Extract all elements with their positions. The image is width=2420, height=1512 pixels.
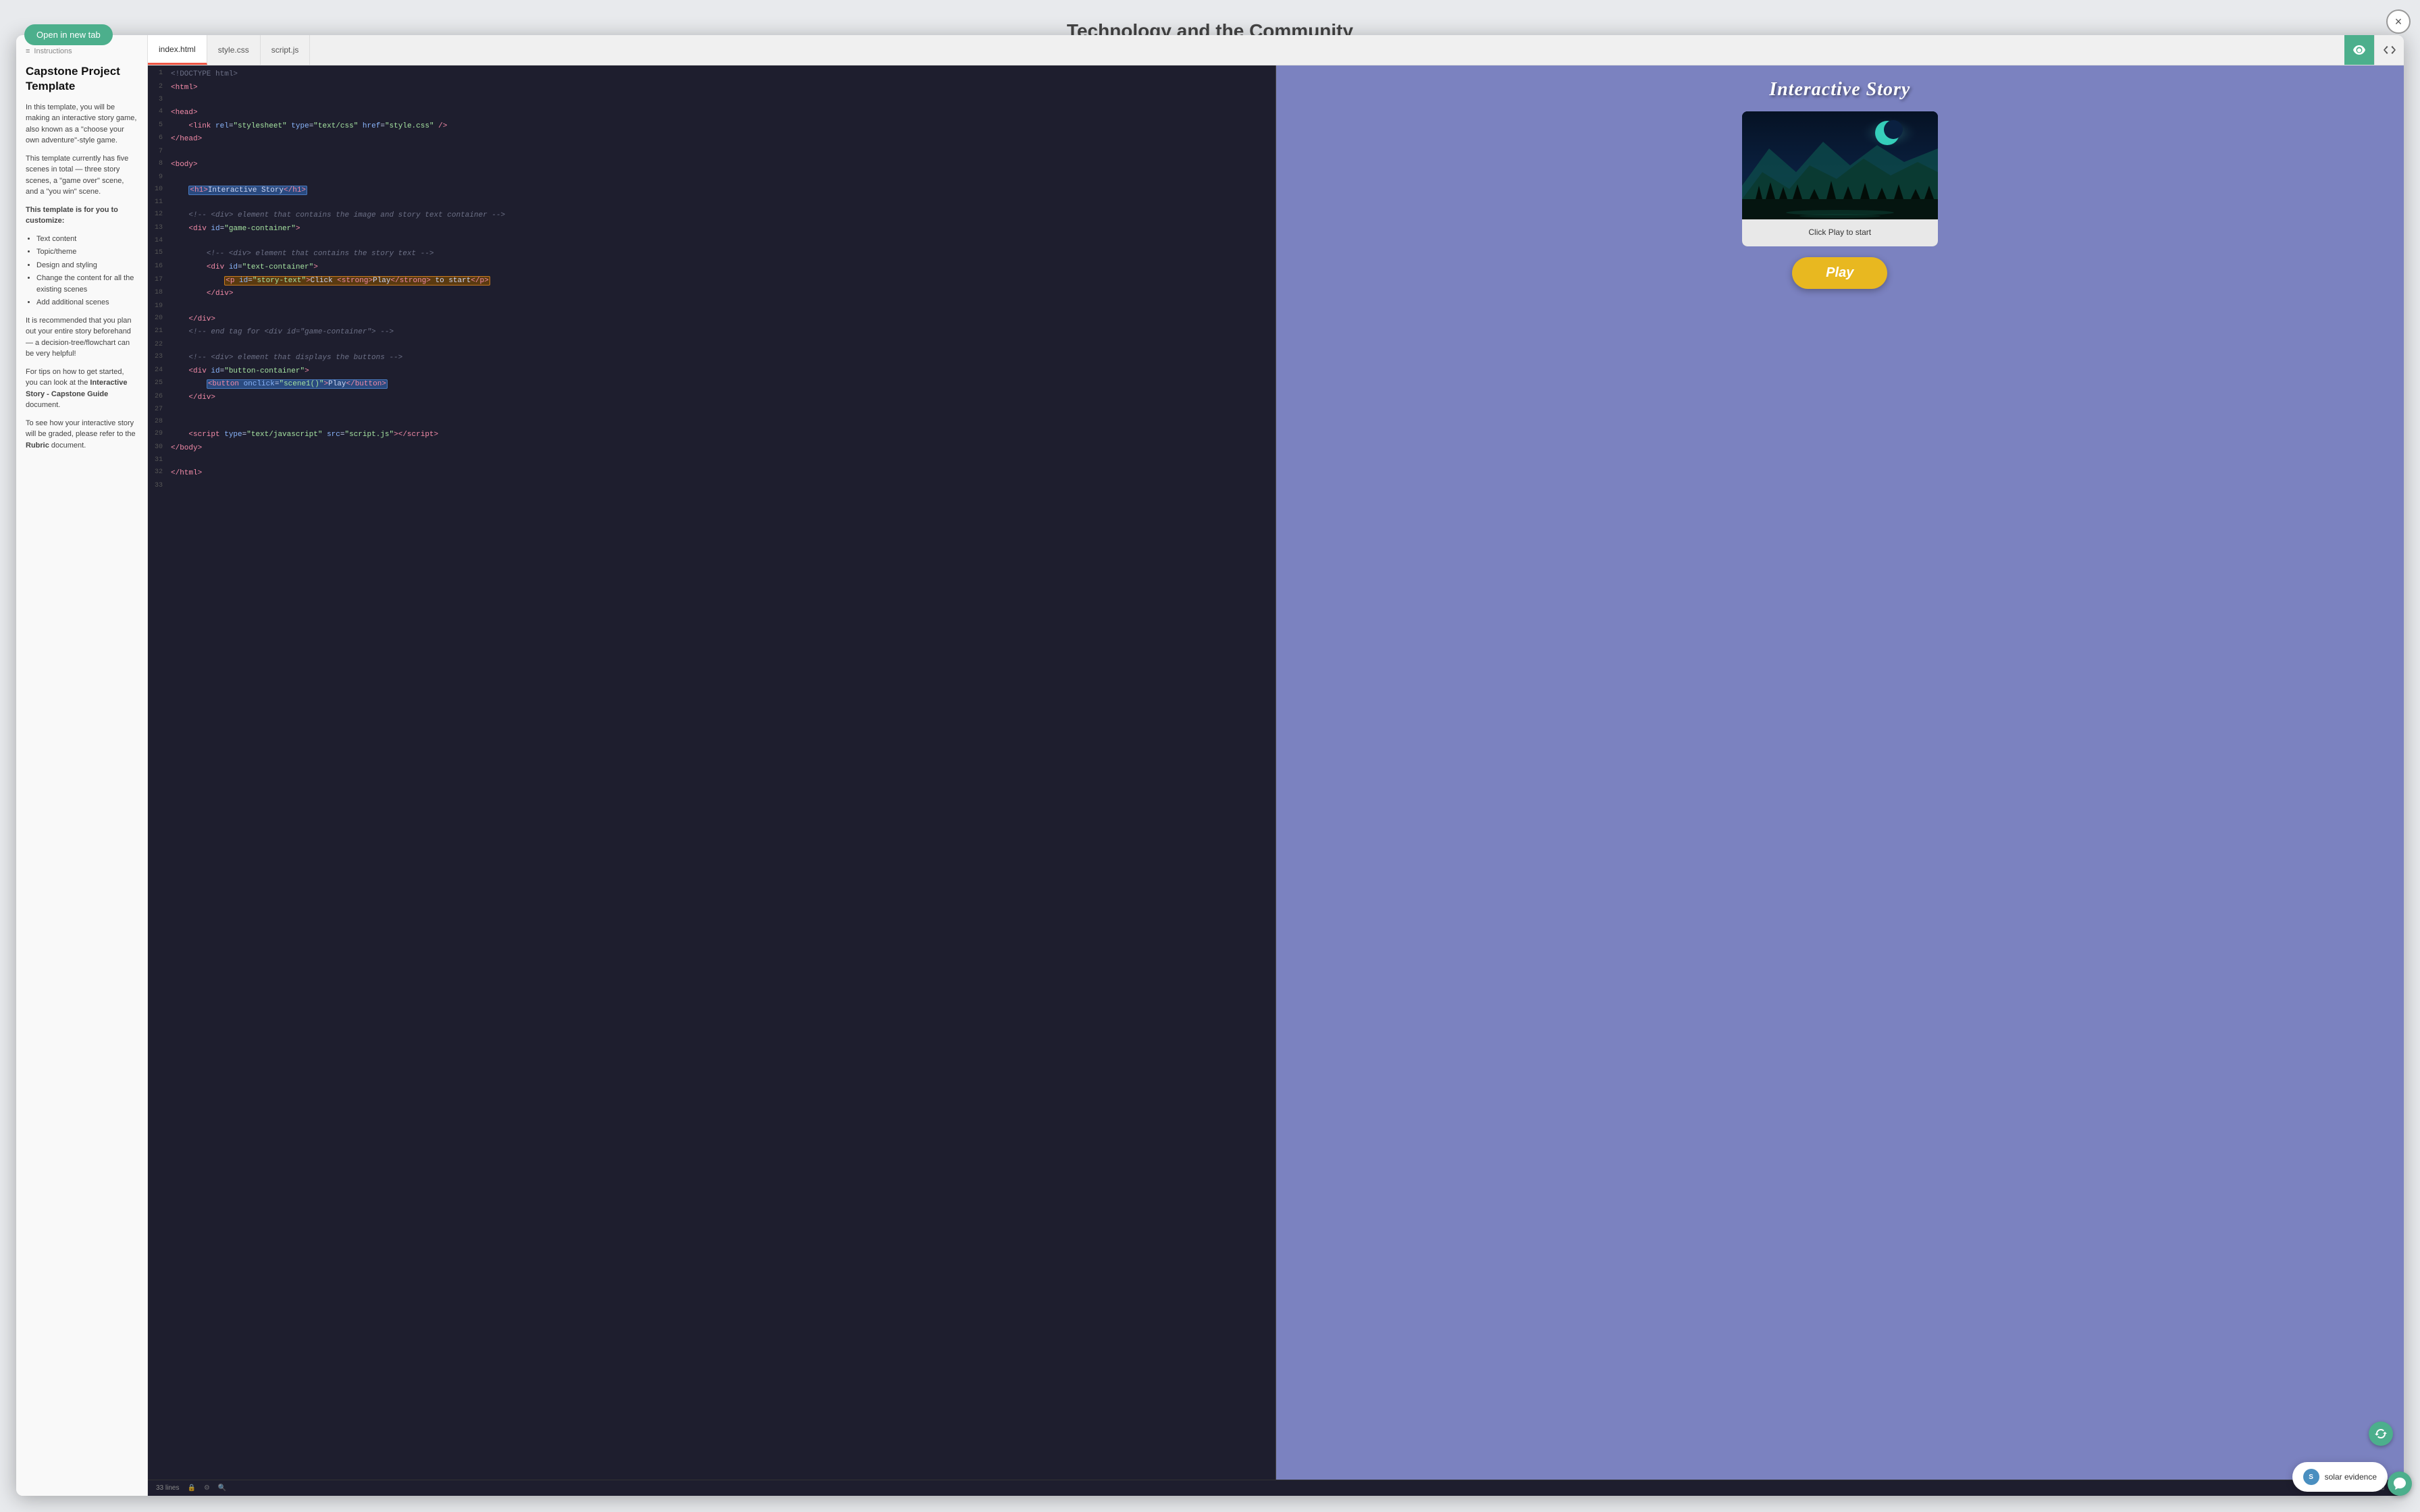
instructions-list: Text content Topic/theme Design and styl…: [26, 234, 138, 308]
code-line-24: 24 <div id="button-container">: [148, 365, 1275, 379]
code-line-7: 7: [148, 146, 1275, 159]
code-line-23: 23 <!-- <div> element that displays the …: [148, 352, 1275, 365]
refresh-button[interactable]: [2369, 1422, 2393, 1446]
code-line-1: 1 <!DOCTYPE html>: [148, 68, 1275, 82]
close-button[interactable]: ×: [2386, 9, 2411, 34]
modal-body: ≡ Instructions Capstone Project Template…: [16, 35, 2404, 1496]
list-item: Change the content for all the existing …: [36, 273, 138, 295]
code-line-10: 10 <h1>Interactive Story</h1>: [148, 184, 1275, 198]
code-line-26: 26 </div>: [148, 392, 1275, 405]
code-line-31: 31: [148, 455, 1275, 467]
open-new-tab-button[interactable]: Open in new tab: [24, 24, 113, 45]
instructions-header: ≡ Instructions: [26, 46, 138, 57]
code-line-28: 28: [148, 416, 1275, 429]
code-line-32: 32 </html>: [148, 467, 1275, 481]
tab-script-js[interactable]: script.js: [261, 35, 311, 65]
code-line-2: 2 <html>: [148, 82, 1275, 95]
chat-widget[interactable]: S solar evidence: [2292, 1462, 2388, 1492]
code-line-8: 8 <body>: [148, 159, 1275, 172]
list-item: Topic/theme: [36, 246, 138, 258]
code-view-button[interactable]: [2374, 35, 2404, 65]
rubric-link[interactable]: Rubric: [26, 441, 49, 450]
code-line-13: 13 <div id="game-container">: [148, 223, 1275, 236]
settings-icon[interactable]: ⚙: [204, 1484, 210, 1492]
instructions-header-label: Instructions: [34, 46, 72, 57]
code-line-15: 15 <!-- <div> element that contains the …: [148, 248, 1275, 261]
code-line-25: 25 <button onclick="scene1()">Play</butt…: [148, 378, 1275, 392]
list-item: Add additional scenes: [36, 297, 138, 308]
instructions-para5: To see how your interactive story will b…: [26, 418, 138, 452]
code-line-20: 20 </div>: [148, 313, 1275, 327]
preview-title: Interactive Story: [1769, 79, 1910, 101]
code-line-3: 3: [148, 94, 1275, 107]
instructions-title: Capstone Project Template: [26, 64, 138, 94]
chat-avatar: S: [2303, 1469, 2319, 1485]
avatar-letter: S: [2309, 1474, 2313, 1481]
code-line-29: 29 <script type="text/javascript" src="s…: [148, 429, 1275, 442]
night-scene-svg: [1742, 111, 1938, 219]
code-line-22: 22: [148, 340, 1275, 352]
code-editor[interactable]: 1 <!DOCTYPE html> 2 <html> 3: [148, 65, 1276, 1480]
lock-icon[interactable]: 🔒: [187, 1484, 195, 1492]
instructions-para2: This template currently has five scenes …: [26, 153, 138, 198]
preview-toggle-button[interactable]: [2344, 35, 2374, 65]
tab-style-css[interactable]: style.css: [207, 35, 261, 65]
content-area: index.html style.css script.js: [148, 35, 2404, 1496]
preview-panel: Interactive Story: [1276, 65, 2404, 1480]
instructions-para3: It is recommended that you plan out your…: [26, 315, 138, 360]
play-button[interactable]: Play: [1792, 257, 1887, 289]
instructions-panel: ≡ Instructions Capstone Project Template…: [16, 35, 148, 1496]
list-item: Design and styling: [36, 260, 138, 271]
code-line-12: 12 <!-- <div> element that contains the …: [148, 209, 1275, 223]
code-line-21: 21 <!-- end tag for <div id="game-contai…: [148, 326, 1275, 340]
chat-fab-button[interactable]: [2388, 1472, 2412, 1496]
eye-icon: [2353, 45, 2365, 55]
code-line-18: 18 </div>: [148, 288, 1275, 301]
code-line-17: 17 <p id="story-text">Click <strong>Play…: [148, 275, 1275, 288]
code-line-6: 6 </head>: [148, 133, 1275, 146]
split-view: 1 <!DOCTYPE html> 2 <html> 3: [148, 65, 2404, 1480]
code-line-30: 30 </body>: [148, 442, 1275, 456]
code-line-14: 14: [148, 236, 1275, 248]
instructions-para1: In this template, you will be making an …: [26, 102, 138, 146]
code-icon: [2384, 46, 2396, 54]
story-scene: Click Play to start: [1742, 111, 1938, 246]
instructions-customize-label: This template is for you to customize:: [26, 205, 138, 227]
scene-image: [1742, 111, 1938, 219]
chat-label: solar evidence: [2325, 1472, 2377, 1482]
code-line-9: 9: [148, 172, 1275, 184]
story-text: Click Play to start: [1808, 227, 1871, 237]
tabs-row: index.html style.css script.js: [148, 35, 2404, 65]
lines-count: 33 lines: [156, 1484, 179, 1492]
instructions-para4: For tips on how to get started, you can …: [26, 367, 138, 411]
list-item: Text content: [36, 234, 138, 245]
capstone-guide-link[interactable]: Interactive Story - Capstone Guide: [26, 379, 127, 398]
story-text-box: Click Play to start: [1742, 219, 1938, 246]
chat-fab-icon: [2394, 1478, 2406, 1490]
book-icon: ≡: [26, 46, 30, 57]
code-line-5: 5 <link rel="stylesheet" type="text/css"…: [148, 120, 1275, 134]
tab-index-html[interactable]: index.html: [148, 35, 207, 65]
search-icon[interactable]: 🔍: [218, 1484, 226, 1492]
code-editor-footer: 33 lines 🔒 ⚙ 🔍 ⊞ ⊟: [148, 1480, 2404, 1496]
code-line-19: 19: [148, 301, 1275, 313]
refresh-icon: [2375, 1428, 2387, 1440]
code-line-4: 4 <head>: [148, 107, 1275, 120]
code-line-33: 33: [148, 481, 1275, 493]
code-line-16: 16 <div id="text-container">: [148, 261, 1275, 275]
main-modal: ≡ Instructions Capstone Project Template…: [16, 35, 2404, 1496]
code-line-11: 11: [148, 197, 1275, 209]
code-line-27: 27: [148, 404, 1275, 416]
